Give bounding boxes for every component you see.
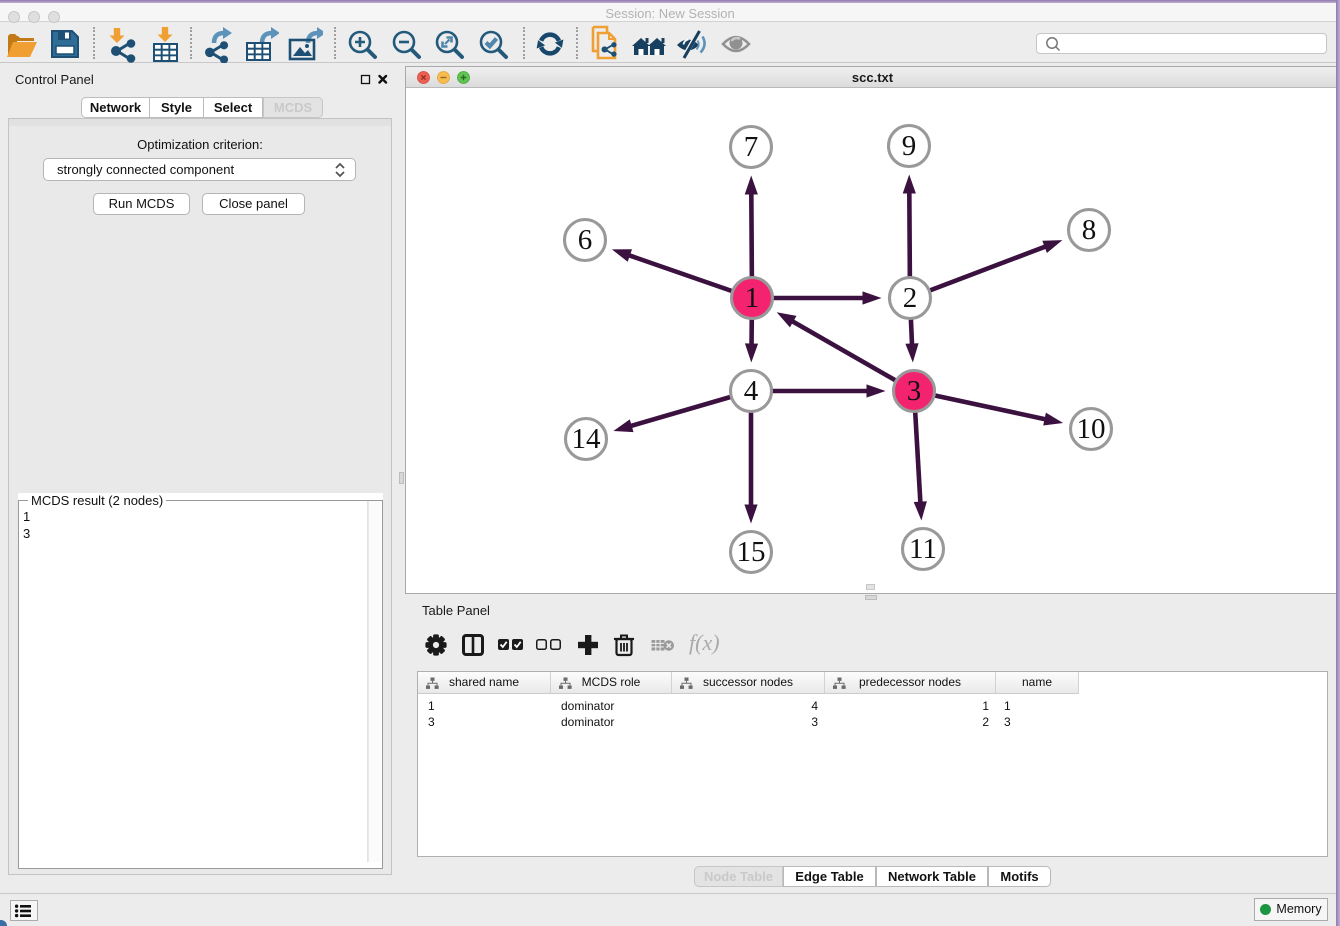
svg-text:11: 11 <box>909 533 937 565</box>
svg-text:8: 8 <box>1082 214 1097 246</box>
svg-text:14: 14 <box>572 423 602 455</box>
svg-text:2: 2 <box>903 282 918 314</box>
svg-text:7: 7 <box>744 131 759 163</box>
svg-text:10: 10 <box>1077 413 1106 445</box>
svg-text:1: 1 <box>745 282 760 314</box>
svg-text:3: 3 <box>907 375 922 407</box>
svg-text:9: 9 <box>902 130 917 162</box>
svg-text:4: 4 <box>744 375 759 407</box>
svg-text:15: 15 <box>737 536 766 568</box>
svg-text:6: 6 <box>578 224 593 256</box>
